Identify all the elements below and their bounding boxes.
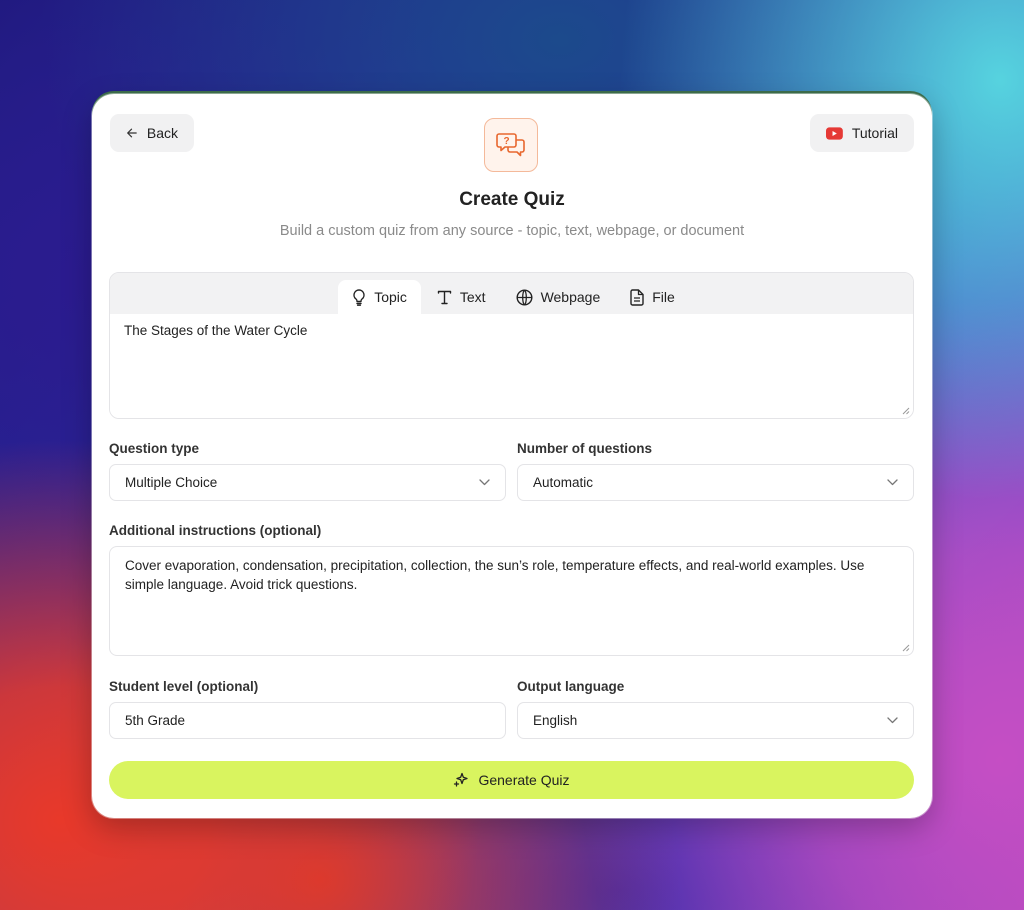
- source-tabs: Topic Text Webpage File: [110, 273, 913, 314]
- num-questions-label: Number of questions: [517, 441, 653, 456]
- lightbulb-icon: [353, 288, 365, 306]
- tab-file-label: File: [652, 289, 675, 305]
- tutorial-button[interactable]: Tutorial: [810, 114, 914, 152]
- output-language-value: English: [533, 713, 578, 728]
- sparkles-icon: [454, 772, 469, 787]
- output-language-label: Output language: [517, 679, 625, 694]
- tab-topic[interactable]: Topic: [338, 280, 421, 314]
- tab-webpage[interactable]: Webpage: [502, 280, 615, 314]
- output-language-select[interactable]: English: [517, 702, 914, 739]
- tab-text[interactable]: Text: [423, 280, 500, 314]
- instructions-input[interactable]: Cover evaporation, condensation, precipi…: [109, 546, 914, 656]
- tutorial-label: Tutorial: [851, 125, 898, 141]
- resize-grip-icon[interactable]: [902, 407, 910, 415]
- tab-webpage-label: Webpage: [540, 289, 601, 305]
- file-icon: [630, 288, 644, 306]
- chevron-down-icon: [887, 717, 898, 724]
- chevron-down-icon: [479, 479, 490, 486]
- topic-input[interactable]: The Stages of the Water Cycle: [110, 314, 913, 418]
- question-type-value: Multiple Choice: [125, 475, 218, 490]
- quiz-chat-icon: ?: [496, 133, 525, 157]
- question-type-label: Question type: [109, 441, 200, 456]
- page-title: Create Quiz: [459, 189, 565, 210]
- tab-file[interactable]: File: [616, 280, 689, 314]
- arrow-left-icon: [127, 128, 137, 138]
- back-button[interactable]: Back: [110, 114, 194, 152]
- page-subtitle: Build a custom quiz from any source - to…: [279, 223, 745, 239]
- generate-quiz-label: Generate Quiz: [478, 772, 570, 788]
- create-quiz-card: Back ? Tutorial Create Quiz Build a cust…: [92, 94, 932, 818]
- youtube-icon: [826, 126, 843, 140]
- text-icon: [437, 290, 452, 304]
- instructions-value: Cover evaporation, condensation, precipi…: [125, 558, 865, 592]
- back-label: Back: [146, 125, 178, 141]
- generate-quiz-button[interactable]: Generate Quiz: [109, 761, 914, 799]
- globe-icon: [516, 288, 533, 306]
- chevron-down-icon: [887, 479, 898, 486]
- quiz-logo: ?: [484, 118, 538, 172]
- svg-text:?: ?: [503, 136, 509, 147]
- student-level-input[interactable]: 5th Grade: [109, 702, 506, 739]
- resize-grip-icon[interactable]: [902, 644, 910, 652]
- tab-topic-label: Topic: [374, 289, 407, 305]
- num-questions-value: Automatic: [533, 475, 594, 490]
- student-level-value: 5th Grade: [125, 713, 186, 728]
- source-panel: Topic Text Webpage File The Stages of th…: [109, 272, 914, 419]
- instructions-label: Additional instructions (optional): [109, 523, 322, 538]
- student-level-label: Student level (optional): [109, 679, 259, 694]
- num-questions-select[interactable]: Automatic: [517, 464, 914, 501]
- tab-text-label: Text: [459, 289, 486, 305]
- question-type-select[interactable]: Multiple Choice: [109, 464, 506, 501]
